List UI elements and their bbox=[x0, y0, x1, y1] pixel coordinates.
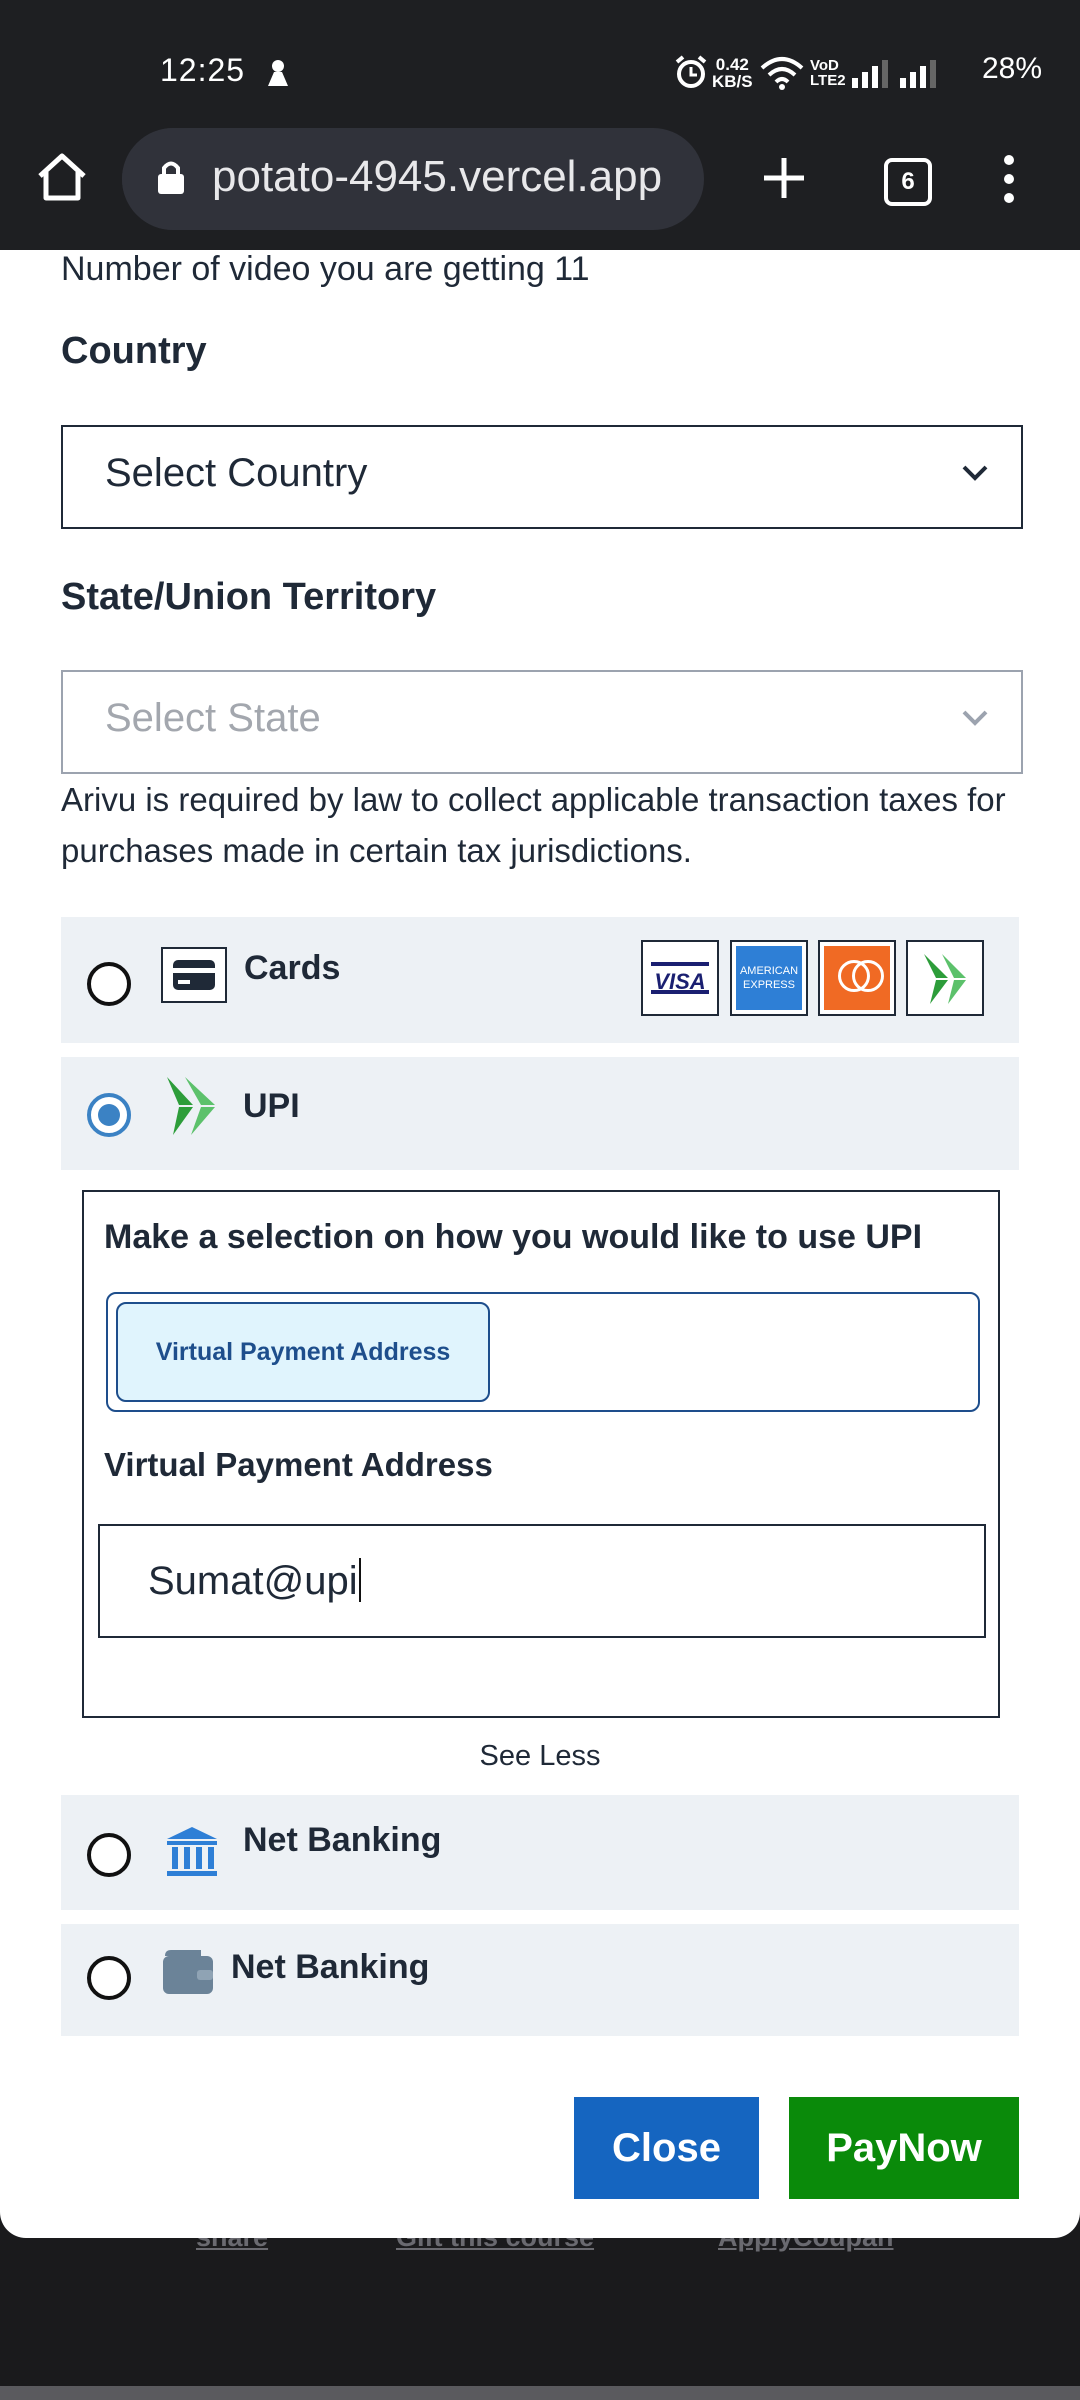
wifi-icon bbox=[760, 57, 804, 90]
payment-option-netbanking[interactable]: Net Banking bbox=[61, 1795, 1019, 1910]
vpa-label: Virtual Payment Address bbox=[104, 1446, 493, 1483]
card-icon bbox=[161, 947, 227, 1003]
vpa-input[interactable]: Sumat@upi bbox=[98, 1524, 986, 1638]
state-select[interactable]: Select State bbox=[61, 670, 1023, 774]
country-label: Country bbox=[61, 330, 207, 372]
signal-icon-2 bbox=[900, 60, 936, 88]
signal-icon bbox=[852, 60, 888, 88]
netbanking-label: Net Banking bbox=[243, 1821, 442, 1859]
lock-icon[interactable] bbox=[156, 158, 186, 196]
upi-icon bbox=[167, 1077, 215, 1135]
notification-icon bbox=[268, 60, 288, 86]
battery-percent: 28% bbox=[981, 52, 1042, 85]
see-less-link[interactable]: See Less bbox=[0, 1740, 1080, 1773]
vpa-option-button[interactable]: Virtual Payment Address bbox=[116, 1302, 490, 1402]
upi-radio[interactable] bbox=[87, 1093, 131, 1137]
state-label: State/Union Territory bbox=[61, 576, 437, 618]
volte-indicator: VoD LTE2 bbox=[810, 57, 846, 89]
payment-option-wallet[interactable]: Net Banking bbox=[61, 1924, 1019, 2036]
payment-option-upi[interactable]: UPI bbox=[61, 1057, 1019, 1170]
tab-switcher-button[interactable]: 6 bbox=[884, 158, 932, 206]
text-caret bbox=[358, 1558, 361, 1602]
bottom-bar bbox=[0, 2386, 1080, 2400]
more-menu-icon[interactable] bbox=[998, 154, 1020, 204]
visa-icon: VISA bbox=[641, 940, 719, 1016]
upi-label: UPI bbox=[243, 1087, 300, 1125]
upi-method-selector: Virtual Payment Address bbox=[106, 1292, 980, 1412]
home-icon[interactable] bbox=[36, 152, 88, 202]
netbanking-radio[interactable] bbox=[87, 1833, 131, 1877]
wallet-icon bbox=[163, 1950, 213, 1994]
wallet-radio[interactable] bbox=[87, 1956, 131, 2000]
upi-prompt: Make a selection on how you would like t… bbox=[104, 1218, 923, 1256]
amex-icon: AMERICAN EXPRESS bbox=[730, 940, 808, 1016]
checkout-modal: Number of video you are getting 11 Count… bbox=[0, 250, 1080, 2238]
pay-now-button[interactable]: PayNow bbox=[789, 2097, 1019, 2199]
cards-label: Cards bbox=[244, 949, 341, 987]
status-bar: 12:25 0.42 KB/S VoD LTE2 28% bbox=[0, 0, 1080, 120]
net-speed: 0.42 KB/S bbox=[712, 55, 753, 91]
cards-radio[interactable] bbox=[87, 962, 131, 1006]
status-time: 12:25 bbox=[160, 52, 246, 88]
tax-notice: Arivu is required by law to collect appl… bbox=[61, 781, 1006, 869]
vpa-value: Sumat@upi bbox=[148, 1559, 358, 1603]
video-count-text: Number of video you are getting 11 bbox=[61, 250, 590, 288]
upi-brand-icon bbox=[906, 940, 984, 1016]
country-select[interactable]: Select Country bbox=[61, 425, 1023, 529]
mastercard-icon bbox=[818, 940, 896, 1016]
wallet-label: Net Banking bbox=[231, 1948, 430, 1986]
chevron-down-icon bbox=[962, 465, 988, 481]
url-bar[interactable]: potato-4945.vercel.app bbox=[122, 128, 704, 230]
bank-icon bbox=[167, 1827, 217, 1876]
alarm-icon bbox=[675, 55, 707, 88]
upi-panel: Make a selection on how you would like t… bbox=[82, 1190, 1000, 1718]
chevron-down-icon bbox=[962, 710, 988, 726]
url-text: potato-4945.vercel.app bbox=[212, 152, 663, 201]
close-button[interactable]: Close bbox=[574, 2097, 759, 2199]
new-tab-icon[interactable] bbox=[762, 156, 806, 200]
